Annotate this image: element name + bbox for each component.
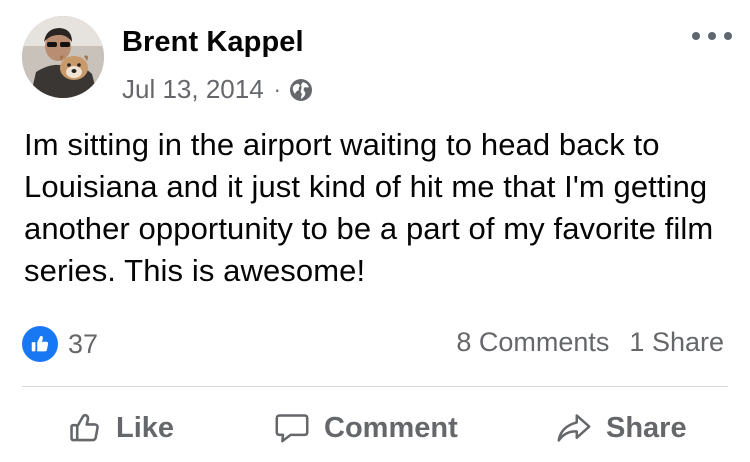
author-name[interactable]: Brent Kappel: [122, 26, 304, 59]
divider: [22, 386, 728, 387]
thumbs-up-icon: [68, 411, 102, 445]
meta-separator: ·: [273, 76, 281, 102]
avatar-photo: [22, 16, 104, 98]
reaction-count: 37: [68, 328, 99, 359]
like-reaction-icon: [22, 326, 58, 362]
more-options-icon[interactable]: [692, 24, 732, 48]
more-dot: [708, 32, 716, 40]
post-meta: Jul 13, 2014 ·: [122, 74, 313, 105]
more-dot: [692, 32, 700, 40]
share-label: Share: [606, 411, 687, 444]
reactions-summary[interactable]: 37: [22, 326, 98, 362]
share-button[interactable]: Share: [556, 398, 687, 458]
more-dot: [724, 32, 732, 40]
comment-button[interactable]: Comment: [274, 398, 458, 458]
action-bar: Like Comment Share: [0, 398, 750, 458]
post-text: Im sitting in the airport waiting to hea…: [24, 127, 714, 288]
shares-count-link[interactable]: 1 Share: [629, 327, 724, 358]
comment-icon: [274, 411, 310, 445]
share-arrow-icon: [556, 411, 592, 445]
engagement-counts: 8 Comments 1 Share: [456, 327, 724, 358]
globe-icon[interactable]: [289, 78, 313, 102]
facebook-post: Brent Kappel Jul 13, 2014 · Im sitting i…: [0, 0, 750, 462]
comments-count-link[interactable]: 8 Comments: [456, 327, 609, 358]
comment-label: Comment: [324, 411, 458, 444]
post-date[interactable]: Jul 13, 2014: [122, 74, 264, 105]
like-button[interactable]: Like: [68, 398, 174, 458]
like-label: Like: [116, 411, 175, 444]
author-avatar[interactable]: [22, 16, 104, 98]
